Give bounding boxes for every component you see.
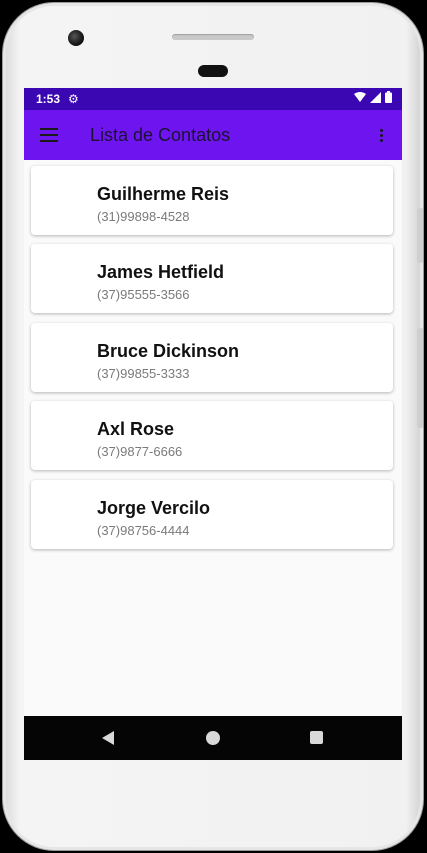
signal-icon (370, 91, 381, 103)
status-time: 1:53 (36, 92, 61, 106)
contact-phone: (31)99898-4528 (97, 209, 190, 224)
contact-name: Jorge Vercilo (97, 498, 211, 518)
more-vert-icon[interactable] (380, 129, 384, 144)
contact-name: Axl Rose (97, 419, 175, 439)
gear-icon: ⚙ (68, 92, 79, 106)
recents-icon[interactable] (310, 731, 323, 744)
back-icon[interactable] (102, 731, 114, 745)
top-speaker-grille (172, 34, 254, 40)
hamburger-menu-icon[interactable] (40, 128, 58, 142)
volume-button (417, 328, 423, 428)
contact-phone: (37)99855-3333 (97, 366, 190, 381)
navigation-bar (24, 716, 402, 760)
contact-phone: (37)95555-3566 (97, 287, 190, 302)
contact-card[interactable]: Guilherme Reis (31)99898-4528 (31, 166, 393, 235)
contact-card[interactable]: James Hetfield (37)95555-3566 (31, 244, 393, 313)
app-bar: Lista de Contatos (24, 110, 402, 160)
contact-phone: (37)98756-4444 (97, 523, 190, 538)
contact-name: Bruce Dickinson (97, 341, 240, 361)
contact-name: James Hetfield (97, 262, 225, 282)
earpiece (198, 65, 228, 77)
contact-card[interactable]: Bruce Dickinson (37)99855-3333 (31, 323, 393, 392)
wifi-icon (354, 91, 366, 102)
device-screen: 1:53 ⚙ Lista de Contatos Guilherme Reis … (24, 88, 402, 760)
contact-card[interactable]: Jorge Vercilo (37)98756-4444 (31, 480, 393, 549)
front-camera (68, 30, 84, 46)
battery-icon (385, 91, 392, 103)
contact-phone: (37)9877-6666 (97, 444, 183, 459)
power-button (417, 208, 423, 263)
status-bar: 1:53 ⚙ (24, 88, 402, 110)
contact-name: Guilherme Reis (97, 184, 230, 204)
home-icon[interactable] (206, 731, 220, 745)
page-title: Lista de Contatos (90, 125, 231, 145)
contact-card[interactable]: Axl Rose (37)9877-6666 (31, 401, 393, 470)
